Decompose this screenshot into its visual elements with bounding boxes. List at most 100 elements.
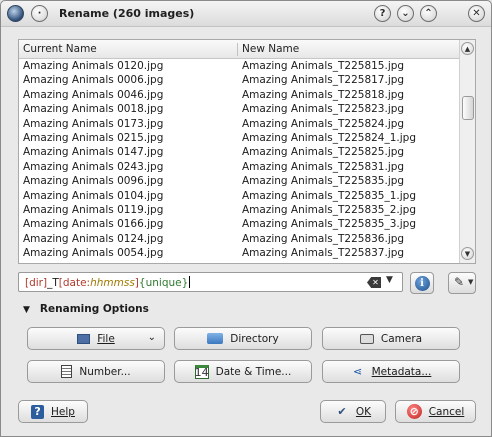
directory-button[interactable]: Directory xyxy=(174,327,312,350)
file-label: File xyxy=(97,332,115,345)
info-button[interactable]: i xyxy=(410,272,434,294)
number-label: Number... xyxy=(79,365,131,378)
new-name-cell: Amazing Animals_T225825.jpg xyxy=(242,146,405,159)
number-button[interactable]: Number... xyxy=(27,360,165,383)
camera-icon xyxy=(359,333,374,344)
current-name-cell: Amazing Animals 0119.jpg xyxy=(23,204,164,216)
current-name-cell: Amazing Animals 0243.jpg xyxy=(23,160,164,173)
current-name-cell: Amazing Animals 0006.jpg xyxy=(23,74,164,87)
pattern-unique-token: {unique} xyxy=(138,277,189,289)
rename-dialog: · Rename (260 images) ? ⌄ ⌃ ✕ Current Na… xyxy=(0,0,492,437)
new-name-cell: Amazing Animals_T225818.jpg xyxy=(242,88,405,101)
metadata-label: Metadata... xyxy=(371,365,432,378)
ok-button[interactable]: ✔ OK xyxy=(320,400,386,423)
help-label: Help xyxy=(51,405,75,418)
column-header-current-name[interactable]: Current Name xyxy=(23,43,97,55)
chevron-down-icon[interactable]: ▼ xyxy=(386,275,393,285)
new-name-cell: Amazing Animals_T225831.jpg xyxy=(242,160,405,173)
column-header-new-name[interactable]: New Name xyxy=(242,43,299,55)
new-name-cell: Amazing Animals_T225835.jpg xyxy=(242,175,405,188)
chevron-down-icon: ▼ xyxy=(468,278,474,286)
renaming-options-toggle[interactable]: ▼ Renaming Options xyxy=(23,303,149,315)
new-name-cell: Amazing Animals_T225815.jpg xyxy=(242,60,405,72)
list-header: Current Name New Name xyxy=(19,40,459,59)
cancel-label: Cancel xyxy=(428,405,465,418)
table-row[interactable]: Amazing Animals 0120.jpg Amazing Animals_… xyxy=(19,59,459,73)
info-icon: i xyxy=(414,275,430,291)
camera-button[interactable]: Camera xyxy=(322,327,460,350)
chevron-down-icon: ⌄ xyxy=(147,332,156,343)
chevron-down-icon: ▼ xyxy=(23,305,30,315)
date-time-button[interactable]: 14 Date & Time... xyxy=(174,360,312,383)
cancel-icon: ⊘ xyxy=(406,404,422,419)
cancel-button[interactable]: ⊘ Cancel xyxy=(395,400,476,423)
table-row[interactable]: Amazing Animals 0018.jpg Amazing Animals_… xyxy=(19,102,459,116)
text-cursor xyxy=(189,276,191,288)
column-divider[interactable] xyxy=(237,43,238,56)
metadata-button[interactable]: ⋖ Metadata... xyxy=(322,360,460,383)
new-name-cell: Amazing Animals_T225835_3.jpg xyxy=(242,218,416,231)
current-name-cell: Amazing Animals 0120.jpg xyxy=(23,60,164,72)
current-name-cell: Amazing Animals 0018.jpg xyxy=(23,103,164,116)
table-row[interactable]: Amazing Animals 0243.jpg Amazing Animals_… xyxy=(19,160,459,174)
new-name-cell: Amazing Animals_T225837.jpg xyxy=(242,247,405,260)
scroll-down-icon[interactable]: ▼ xyxy=(461,247,474,260)
pencil-icon: ✎ xyxy=(454,275,465,289)
section-title: Renaming Options xyxy=(39,303,149,315)
edit-pattern-button[interactable]: ✎ ▼ xyxy=(448,272,476,294)
table-row[interactable]: Amazing Animals 0119.jpg Amazing Animals_… xyxy=(19,203,459,217)
table-row[interactable]: Amazing Animals 0124.jpg Amazing Animals_… xyxy=(19,232,459,246)
scroll-thumb[interactable] xyxy=(462,96,474,120)
clear-text-icon[interactable]: ✕ xyxy=(367,277,381,288)
pattern-text[interactable]: [dir]_T[date:hhmmss]{unique} xyxy=(25,276,191,289)
maximize-button[interactable]: ⌃ xyxy=(420,5,437,22)
pattern-separator: _T xyxy=(47,277,59,289)
pattern-date-open: [date: xyxy=(58,277,91,289)
table-row[interactable]: Amazing Animals 0240.jpg Amazing Animals_… xyxy=(19,261,459,263)
new-name-cell: Amazing Animals_T225836.jpg xyxy=(242,232,405,245)
calculator-icon xyxy=(61,365,73,378)
minimize-button[interactable]: ⌄ xyxy=(397,5,414,22)
table-row[interactable]: Amazing Animals 0104.jpg Amazing Animals_… xyxy=(19,189,459,203)
table-row[interactable]: Amazing Animals 0054.jpg Amazing Animals_… xyxy=(19,246,459,260)
window-menu-icon[interactable]: · xyxy=(31,5,48,22)
pattern-dir-token: [dir] xyxy=(25,277,48,289)
title-bar: · Rename (260 images) ? ⌄ ⌃ ✕ xyxy=(1,1,491,27)
rename-preview-list[interactable]: Current Name New Name Amazing Animals 01… xyxy=(18,39,476,264)
help-button[interactable]: ? Help xyxy=(18,400,88,423)
current-name-cell: Amazing Animals 0240.jpg xyxy=(23,262,163,263)
table-row[interactable]: Amazing Animals 0173.jpg Amazing Animals_… xyxy=(19,117,459,131)
table-row[interactable]: Amazing Animals 0046.jpg Amazing Animals_… xyxy=(19,88,459,102)
current-name-cell: Amazing Animals 0166.jpg xyxy=(23,218,164,231)
app-icon[interactable] xyxy=(7,5,24,22)
new-name-cell: Amazing Animals_T225835_2.jpg xyxy=(242,204,416,216)
current-name-cell: Amazing Animals 0104.jpg xyxy=(23,189,164,202)
ok-label: OK xyxy=(355,405,372,418)
new-name-cell: Amazing Animals_T225823.jpg xyxy=(242,103,405,116)
context-help-button[interactable]: ? xyxy=(374,5,391,22)
pattern-date-format: hhmmss xyxy=(90,277,135,289)
pattern-input[interactable]: [dir]_T[date:hhmmss]{unique} ✕ ▼ xyxy=(18,272,403,292)
table-row[interactable]: Amazing Animals 0166.jpg Amazing Animals_… xyxy=(19,217,459,231)
file-button[interactable]: File ⌄ xyxy=(27,327,165,350)
table-row[interactable]: Amazing Animals 0096.jpg Amazing Animals_… xyxy=(19,174,459,188)
table-row[interactable]: Amazing Animals 0215.jpg Amazing Animals_… xyxy=(19,131,459,145)
checkmark-icon: ✔ xyxy=(337,405,347,418)
file-icon xyxy=(77,333,91,344)
vertical-scrollbar[interactable]: ▲ ▼ xyxy=(459,40,475,263)
scroll-up-icon[interactable]: ▲ xyxy=(461,42,474,55)
directory-label: Directory xyxy=(230,332,279,345)
date-time-label: Date & Time... xyxy=(215,365,292,378)
close-button[interactable]: ✕ xyxy=(468,5,485,22)
table-row[interactable]: Amazing Animals 0147.jpg Amazing Animals_… xyxy=(19,145,459,159)
current-name-cell: Amazing Animals 0124.jpg xyxy=(23,232,164,245)
current-name-cell: Amazing Animals 0096.jpg xyxy=(23,175,164,188)
help-icon: ? xyxy=(31,404,45,419)
current-name-cell: Amazing Animals 0046.jpg xyxy=(23,88,164,101)
current-name-cell: Amazing Animals 0147.jpg xyxy=(23,146,164,159)
new-name-cell: Amazing Animals_T225835_1.jpg xyxy=(242,189,416,202)
share-icon: ⋖ xyxy=(353,365,363,378)
table-row[interactable]: Amazing Animals 0006.jpg Amazing Animals_… xyxy=(19,73,459,87)
window-title: Rename (260 images) xyxy=(59,7,195,20)
list-rows: Amazing Animals 0120.jpg Amazing Animals_… xyxy=(19,59,459,263)
